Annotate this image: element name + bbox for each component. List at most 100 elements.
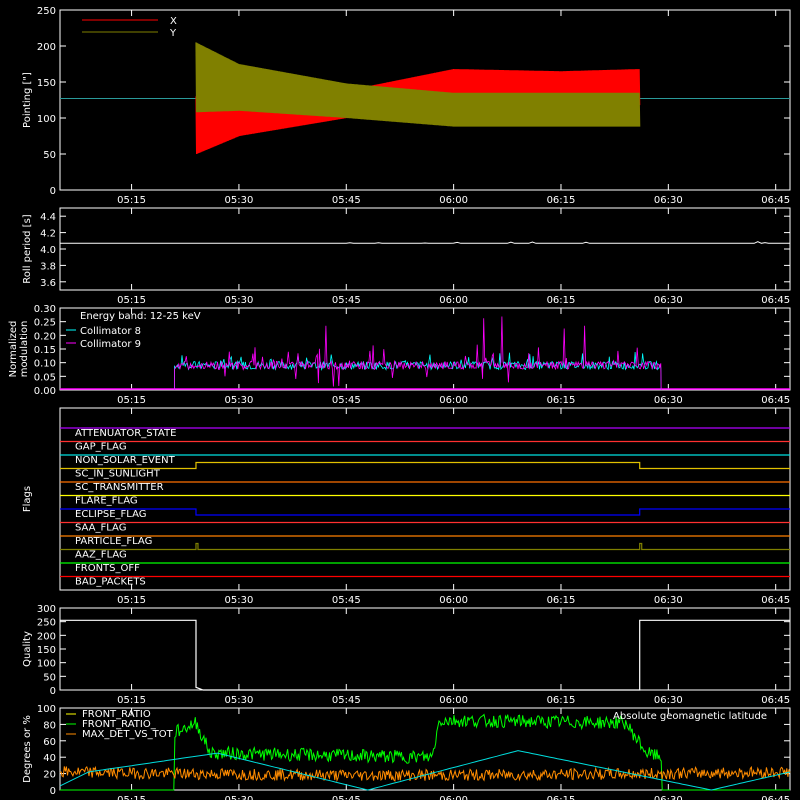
y-tick-label: 40	[43, 753, 56, 764]
x-tick-label: 06:15	[547, 795, 576, 800]
flag-line-eclipse_flag	[60, 508, 790, 516]
x-tick-label: 06:15	[547, 395, 576, 406]
x-tick-label: 06:30	[654, 595, 683, 606]
x-tick-label: 05:30	[225, 695, 254, 706]
series-collimator-9-line	[174, 316, 662, 391]
legend-label-max_det_vs_tot: MAX_DET_VS_TOT	[82, 729, 174, 740]
x-tick-label: 05:15	[117, 395, 146, 406]
y-tick-label: 150	[37, 645, 56, 656]
panel-2	[59, 207, 791, 291]
x-tick-label: 05:30	[225, 195, 254, 206]
legend-label-Y: Y	[169, 28, 177, 39]
y-tick-label: 0.10	[34, 359, 56, 370]
y-axis-label: Normalized	[8, 321, 19, 378]
y-tick-label: 50	[43, 150, 56, 161]
x-tick-label: 05:15	[117, 295, 146, 306]
y-tick-label: 3.6	[40, 278, 56, 289]
y-tick-label: 100	[37, 704, 56, 715]
y-axis-label: Pointing ["]	[22, 72, 33, 128]
y-tick-label: 0.00	[34, 386, 56, 397]
x-tick-label: 05:30	[225, 595, 254, 606]
roll-period-line	[60, 241, 790, 244]
flag-label-saa_flag: SAA_FLAG	[75, 523, 126, 534]
y-axis-label: modulation	[19, 321, 30, 378]
energy-band-annotation: Energy band: 12-25 keV	[80, 311, 201, 322]
y-tick-label: 0.05	[34, 372, 56, 383]
x-tick-label: 06:15	[547, 195, 576, 206]
legend-label-X: X	[170, 16, 177, 27]
y-tick-label: 300	[37, 604, 56, 615]
y-tick-label: 4.2	[40, 229, 56, 240]
y-tick-label: 0	[50, 686, 56, 697]
y-tick-label: 100	[37, 659, 56, 670]
chart-canvas: 05:15 05:30 05:45 06:00 06:15 06:30 06:45 0 50 10…	[8, 6, 791, 800]
panel-5	[59, 607, 791, 691]
y-tick-label: 3.8	[40, 261, 56, 272]
x-tick-label: 05:45	[332, 295, 361, 306]
x-tick-label: 06:45	[761, 695, 790, 706]
x-tick-label: 06:30	[654, 195, 683, 206]
series-collimator-8-line	[174, 351, 662, 391]
y-tick-label: 0.15	[34, 345, 56, 356]
x-tick-label: 06:15	[547, 695, 576, 706]
y-tick-label: 150	[37, 78, 56, 89]
x-tick-label: 06:00	[439, 295, 468, 306]
x-tick-label: 05:45	[332, 395, 361, 406]
y-tick-label: 200	[37, 42, 56, 53]
y-axis-label: Flags	[22, 486, 33, 512]
x-tick-label: 06:45	[761, 395, 790, 406]
y-tick-label: 0.25	[34, 318, 56, 329]
y-axis-label: Roll period [s]	[22, 214, 33, 283]
x-tick-label: 05:15	[117, 695, 146, 706]
x-tick-label: 06:30	[654, 695, 683, 706]
x-tick-label: 06:15	[547, 595, 576, 606]
x-tick-label: 05:15	[117, 595, 146, 606]
x-tick-label: 05:45	[332, 595, 361, 606]
x-tick-label: 05:30	[225, 395, 254, 406]
y-axis-label: Degrees or %	[22, 715, 33, 783]
flag-label-eclipse_flag: ECLIPSE_FLAG	[75, 509, 146, 520]
x-tick-label: 06:00	[439, 395, 468, 406]
y-tick-label: 60	[43, 737, 56, 748]
x-tick-label: 06:45	[761, 595, 790, 606]
y-axis-label: Quality	[22, 631, 33, 667]
flag-label-fronts_off: FRONTS_OFF	[75, 563, 140, 574]
geomagnetic-latitude-annotation: Absolute geomagnetic latitude	[613, 711, 767, 722]
y-tick-label: 50	[43, 672, 56, 683]
y-tick-label: 20	[43, 770, 56, 781]
x-tick-label: 05:15	[117, 195, 146, 206]
flag-label-bad_packets: BAD_PACKETS	[75, 577, 146, 588]
x-tick-label: 05:45	[332, 795, 361, 800]
flag-label-sc_transmitter: SC_TRANSMITTER	[75, 482, 164, 493]
x-tick-label: 05:15	[117, 795, 146, 800]
x-tick-label: 06:30	[654, 295, 683, 306]
y-tick-label: 200	[37, 631, 56, 642]
x-tick-label: 06:00	[439, 195, 468, 206]
x-tick-label: 06:45	[761, 795, 790, 800]
x-tick-label: 06:30	[654, 795, 683, 800]
flag-label-aaz_flag: AAZ_FLAG	[75, 550, 127, 561]
x-tick-label: 06:30	[654, 395, 683, 406]
y-tick-label: 0	[50, 186, 56, 197]
x-tick-label: 05:45	[332, 695, 361, 706]
y-tick-label: 4.4	[40, 212, 56, 223]
legend-label-collimator-9: Collimator 9	[80, 339, 141, 350]
flag-label-sc_in_sunlight: SC_IN_SUNLIGHT	[75, 469, 161, 480]
x-tick-label: 06:45	[761, 295, 790, 306]
x-tick-label: 05:45	[332, 195, 361, 206]
y-tick-label: 100	[37, 114, 56, 125]
y-tick-label: 4.0	[40, 245, 56, 256]
flag-label-non_solar_event: NON_SOLAR_EVENT	[75, 455, 176, 466]
flag-line-aaz_flag	[60, 542, 790, 551]
x-tick-label: 06:15	[547, 295, 576, 306]
panel-frame	[59, 207, 791, 291]
flag-label-gap_flag: GAP_FLAG	[75, 442, 127, 453]
y-tick-label: 80	[43, 720, 56, 731]
flag-label-flare_flag: FLARE_FLAG	[75, 496, 138, 507]
x-tick-label: 05:30	[225, 795, 254, 800]
flag-label-particle_flag: PARTICLE_FLAG	[75, 536, 152, 547]
y-tick-label: 250	[37, 6, 56, 17]
x-tick-label: 06:00	[439, 695, 468, 706]
y-tick-label: 250	[37, 618, 56, 629]
series-max-det-vs-tot-line	[59, 765, 791, 783]
